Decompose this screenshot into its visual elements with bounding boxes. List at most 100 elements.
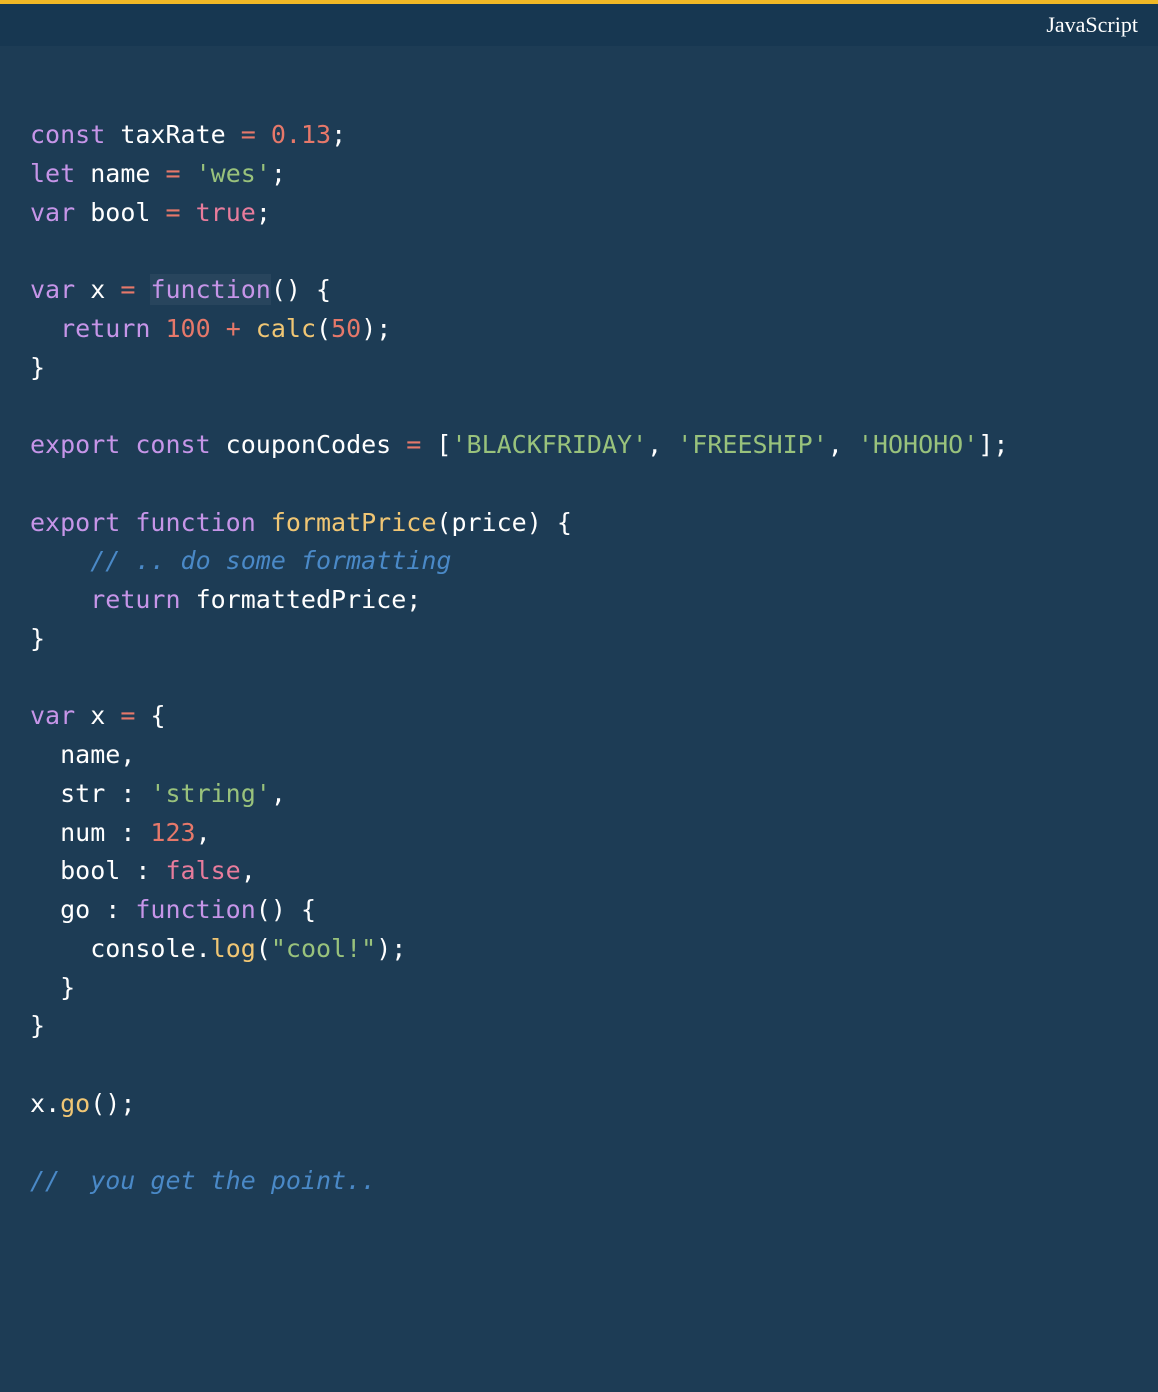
code-token: (	[316, 314, 331, 343]
code-token: function	[135, 508, 270, 537]
code-token: ,	[241, 856, 256, 885]
code-line: // you get the point..	[30, 1162, 1128, 1201]
code-line: num : 123,	[30, 814, 1128, 853]
code-token: go	[30, 895, 105, 924]
code-line: // .. do some formatting	[30, 542, 1128, 581]
code-token: ,	[828, 430, 858, 459]
code-token: var	[30, 198, 90, 227]
code-line: name,	[30, 736, 1128, 775]
code-token: () {	[271, 275, 331, 304]
code-line: }	[30, 1007, 1128, 1046]
code-token: formatPrice	[271, 508, 437, 537]
code-token: "cool!"	[271, 934, 376, 963]
code-token: 'BLACKFRIDAY'	[451, 430, 647, 459]
code-token: 50	[331, 314, 361, 343]
code-token: const	[30, 120, 120, 149]
code-token: {	[150, 701, 165, 730]
code-token: x	[90, 275, 120, 304]
code-line: var bool = true;	[30, 194, 1128, 233]
code-token: // .. do some formatting	[90, 546, 451, 575]
code-token: 'wes'	[196, 159, 271, 188]
code-line: var x = function() {	[30, 271, 1128, 310]
code-token: =	[120, 701, 150, 730]
code-line	[30, 465, 1128, 504]
code-line	[30, 659, 1128, 698]
code-token	[30, 585, 90, 614]
code-token: bool	[90, 198, 165, 227]
code-token: ;	[331, 120, 346, 149]
code-token: :	[135, 856, 165, 885]
code-token: }	[30, 624, 45, 653]
code-token: :	[120, 779, 150, 808]
code-token: =	[241, 120, 271, 149]
code-token: return	[60, 314, 165, 343]
code-token: ;	[271, 159, 286, 188]
code-line: bool : false,	[30, 852, 1128, 891]
code-token: console	[30, 934, 196, 963]
code-token: 'FREESHIP'	[677, 430, 828, 459]
code-token: }	[30, 353, 45, 382]
code-token: :	[120, 818, 150, 847]
code-token: 0.13	[271, 120, 331, 149]
code-token: name,	[30, 740, 135, 769]
code-token: return	[90, 585, 195, 614]
code-token: bool	[30, 856, 135, 885]
code-line: var x = {	[30, 697, 1128, 736]
code-token: log	[211, 934, 256, 963]
code-token: ();	[90, 1089, 135, 1118]
code-line: }	[30, 349, 1128, 388]
code-token: const	[135, 430, 225, 459]
code-token: }	[30, 973, 75, 1002]
code-line: x.go();	[30, 1085, 1128, 1124]
code-token: couponCodes	[226, 430, 407, 459]
code-token: [	[436, 430, 451, 459]
code-line	[30, 1046, 1128, 1085]
code-token: function	[150, 274, 270, 305]
code-token: =	[165, 198, 195, 227]
code-line: let name = 'wes';	[30, 155, 1128, 194]
code-line: }	[30, 620, 1128, 659]
code-token: calc	[256, 314, 316, 343]
code-token: go	[60, 1089, 90, 1118]
code-token: var	[30, 275, 90, 304]
code-token: var	[30, 701, 90, 730]
code-token: formattedPrice;	[196, 585, 422, 614]
code-token: );	[361, 314, 391, 343]
code-line: export function formatPrice(price) {	[30, 504, 1128, 543]
code-token: ,	[647, 430, 677, 459]
code-token: false	[165, 856, 240, 885]
code-token: let	[30, 159, 90, 188]
code-token: 100	[165, 314, 225, 343]
code-token: +	[226, 314, 256, 343]
code-token: x	[30, 1089, 45, 1118]
code-line: str : 'string',	[30, 775, 1128, 814]
code-token: str	[30, 779, 120, 808]
language-label: JavaScript	[1046, 12, 1138, 38]
code-token: 'string'	[150, 779, 270, 808]
code-line: export const couponCodes = ['BLACKFRIDAY…	[30, 426, 1128, 465]
code-area: const taxRate = 0.13;let name = 'wes';va…	[0, 46, 1158, 1392]
code-line	[30, 387, 1128, 426]
code-token: export	[30, 508, 135, 537]
code-token: x	[90, 701, 120, 730]
code-token: =	[165, 159, 195, 188]
code-token	[30, 546, 90, 575]
code-token: // you get the point..	[30, 1166, 376, 1195]
code-line: return formattedPrice;	[30, 581, 1128, 620]
code-token: 123	[150, 818, 195, 847]
code-line: }	[30, 969, 1128, 1008]
code-token: :	[105, 895, 135, 924]
code-token: =	[406, 430, 436, 459]
code-token: (price) {	[436, 508, 571, 537]
code-token: ,	[271, 779, 286, 808]
code-token: ];	[978, 430, 1008, 459]
code-token: true	[196, 198, 256, 227]
code-token: .	[196, 934, 211, 963]
code-token: ,	[196, 818, 211, 847]
code-token: }	[30, 1011, 45, 1040]
code-line: const taxRate = 0.13;	[30, 116, 1128, 155]
code-token: () {	[256, 895, 316, 924]
code-token: name	[90, 159, 165, 188]
code-snippet-frame: JavaScript const taxRate = 0.13;let name…	[0, 0, 1158, 1392]
code-token: 'HOHOHO'	[858, 430, 978, 459]
